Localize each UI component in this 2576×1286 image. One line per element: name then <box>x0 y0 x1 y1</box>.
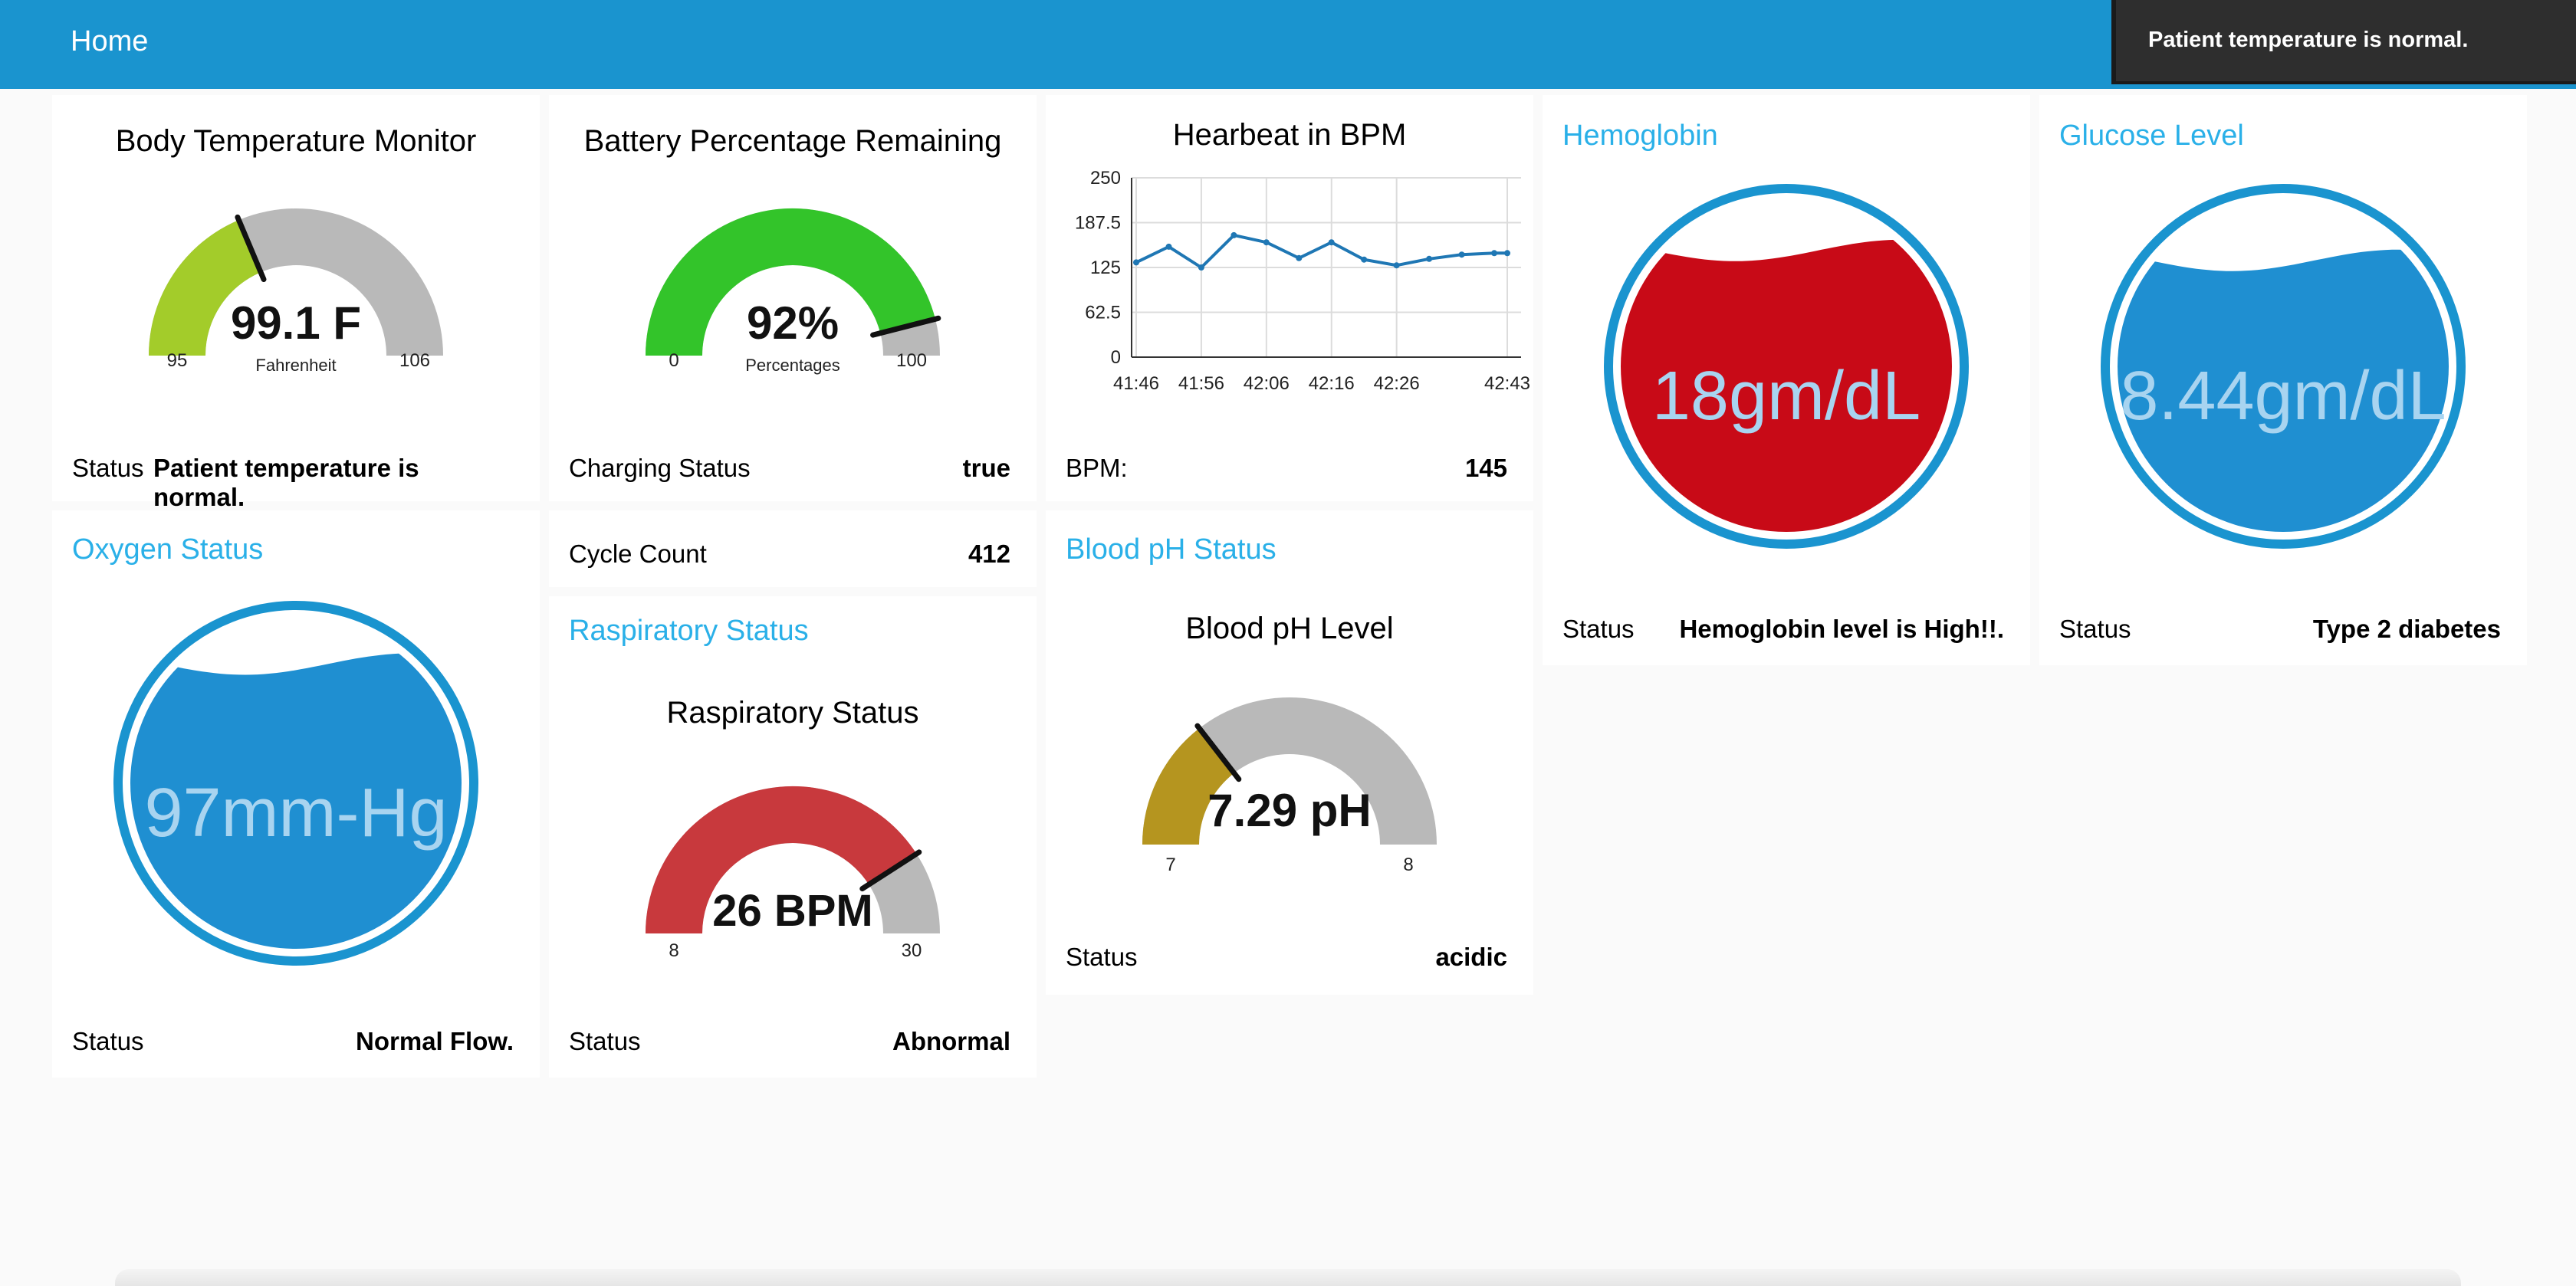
heartbeat-point <box>1491 250 1497 257</box>
respiratory-card: Raspiratory Status Raspiratory Status 26… <box>549 596 1037 1078</box>
heartbeat-point <box>1426 255 1433 262</box>
heartbeat-point <box>1263 239 1270 246</box>
heartbeat-point <box>1165 243 1172 250</box>
heartbeat-point <box>1458 251 1465 258</box>
x-tick-label: 41:46 <box>1113 373 1159 394</box>
charging-label: Charging Status <box>569 454 751 482</box>
hemoglobin-title: Hemoglobin <box>1562 120 1718 152</box>
glucose-card: Glucose Level 8.44gm/dL Status Type 2 di… <box>2039 95 2527 665</box>
blood-ph-gauge: 7.29 pH 7 8 <box>1142 697 1437 875</box>
heartbeat-point <box>1296 254 1303 261</box>
cycle-label: Cycle Count <box>569 540 707 568</box>
y-tick-label: 62.5 <box>1085 303 1121 323</box>
bpm-value: 145 <box>1464 454 1507 482</box>
heartbeat-point <box>1230 231 1237 238</box>
blood-ph-card: Blood pH Status Blood pH Level 7.29 pH 7… <box>1046 510 1533 995</box>
cycle-count-card: Cycle Count 412 <box>549 510 1037 587</box>
heartbeat-title: Hearbeat in BPM <box>1172 118 1407 152</box>
bpm-label: BPM: <box>1066 454 1128 482</box>
gauge-value: 8.44gm/dL <box>2120 358 2446 435</box>
gauge-max: 106 <box>399 350 430 371</box>
gauge-value: 97mm-Hg <box>144 775 447 851</box>
temperature-title: Body Temperature Monitor <box>115 124 477 158</box>
gauge-value: 26 BPM <box>712 886 873 936</box>
x-tick-label: 42:43 <box>1484 373 1530 394</box>
blood-ph-gauge-title: Blood pH Level <box>1185 612 1394 645</box>
x-tick-label: 42:06 <box>1244 373 1290 394</box>
respiratory-gauge: 26 BPM 8 30 <box>646 786 940 961</box>
hemoglobin-card: Hemoglobin 18gm/dL Status Hemoglobin lev… <box>1543 95 2030 665</box>
gauge-min: 0 <box>669 350 678 371</box>
y-tick-label: 187.5 <box>1075 213 1121 234</box>
toast-message: Patient temperature is normal. <box>2148 28 2469 52</box>
status-value: Abnormal <box>892 1027 1010 1055</box>
heartbeat-card: Hearbeat in BPM 250 187.5 125 62.5 0 41:46 41:… <box>1046 95 1533 501</box>
status-value: Type 2 diabetes <box>2312 615 2501 643</box>
x-tick-label: 42:26 <box>1374 373 1420 394</box>
status-label: Status <box>72 454 144 482</box>
status-label: Status <box>72 1027 144 1055</box>
respiratory-title: Raspiratory Status <box>569 615 809 647</box>
glucose-title: Glucose Level <box>2059 120 2244 152</box>
charging-value: true <box>962 454 1010 482</box>
bottom-panel-edge <box>115 1269 2461 1286</box>
y-tick-label: 250 <box>1090 168 1121 189</box>
oxygen-card: Oxygen Status 97mm-Hg Status Normal Flow… <box>52 510 540 1078</box>
gauge-value: 18gm/dL <box>1652 358 1921 435</box>
gauge-unit: Fahrenheit <box>255 356 336 375</box>
heartbeat-point <box>1198 264 1204 271</box>
heartbeat-point <box>1361 256 1368 263</box>
status-label: Status <box>1562 615 1635 643</box>
status-label: Status <box>569 1027 641 1055</box>
y-tick-label: 125 <box>1090 258 1121 278</box>
cycle-value: 412 <box>968 540 1010 568</box>
blood-ph-title: Blood pH Status <box>1066 533 1276 566</box>
gauge-max: 8 <box>1403 855 1413 875</box>
x-tick-label: 42:16 <box>1309 373 1355 394</box>
heartbeat-chart: 250 187.5 125 62.5 0 41:46 41:56 42:06 42:16 42:2… <box>1075 168 1530 394</box>
gauge-unit: Percentages <box>745 356 840 375</box>
status-value: acidic <box>1435 943 1507 971</box>
page-title: Home <box>71 25 149 57</box>
heartbeat-point <box>1133 259 1139 266</box>
gauge-value: 7.29 pH <box>1208 785 1371 836</box>
heartbeat-series-line <box>1135 233 1507 270</box>
gauge-value: 92% <box>747 297 839 349</box>
x-tick-label: 41:56 <box>1178 373 1224 394</box>
gauge-max: 30 <box>902 940 922 961</box>
oxygen-title: Oxygen Status <box>72 533 264 566</box>
respiratory-gauge-title: Raspiratory Status <box>666 696 919 730</box>
battery-card: Battery Percentage Remaining 92% Percent… <box>549 95 1037 501</box>
hemoglobin-liquid-gauge: 18gm/dL <box>1604 184 1969 549</box>
gauge-min: 7 <box>1165 855 1175 875</box>
status-value: Patient temperature is normal. <box>153 454 419 511</box>
gauge-max: 100 <box>896 350 927 371</box>
gauge-min: 8 <box>669 940 678 961</box>
battery-gauge: 92% Percentages 0 100 <box>646 208 941 375</box>
y-tick-label: 0 <box>1111 347 1121 368</box>
status-value: Hemoglobin level is High!!. <box>1679 615 2004 643</box>
gauge-min: 95 <box>167 350 188 371</box>
notification-toast[interactable]: Patient temperature is normal. <box>2111 0 2576 84</box>
heartbeat-point <box>1328 239 1335 246</box>
status-label: Status <box>2059 615 2131 643</box>
glucose-liquid-gauge: 8.44gm/dL <box>2101 184 2466 549</box>
gauge-value: 99.1 F <box>231 297 361 349</box>
battery-title: Battery Percentage Remaining <box>583 124 1002 158</box>
oxygen-liquid-gauge: 97mm-Hg <box>113 601 478 966</box>
temperature-gauge: 99.1 F Fahrenheit 95 106 <box>149 208 443 375</box>
heartbeat-point <box>1504 250 1510 257</box>
temperature-card: Body Temperature Monitor 99.1 F Fahrenhe… <box>52 95 540 511</box>
heartbeat-point <box>1393 262 1400 269</box>
status-label: Status <box>1066 943 1138 971</box>
status-value: Normal Flow. <box>356 1027 514 1055</box>
